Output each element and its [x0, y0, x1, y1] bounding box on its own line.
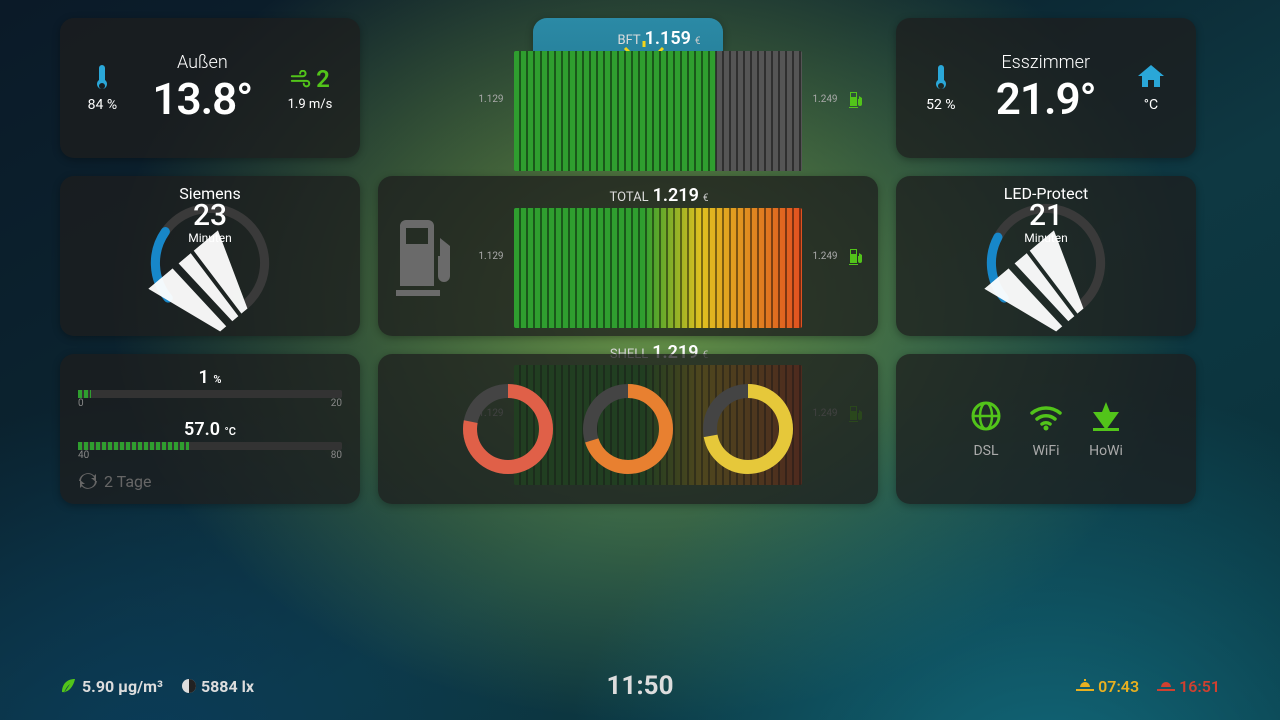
card-fuel-prices[interactable]: 1.129BFT 1.159 €1.2491.129TOTAL 1.219 €1…	[378, 176, 878, 336]
contrast-icon	[181, 678, 197, 694]
air-quality: 5.90 µg/m³	[82, 677, 163, 696]
card-system-stats[interactable]: 1 % 020 57.0 °C 4080 2 Tage	[60, 354, 360, 504]
inside-label: Esszimmer	[1001, 52, 1090, 73]
card-commute-siemens[interactable]: Siemens 23 Minuten	[60, 176, 360, 336]
card-outside-temp[interactable]: 84 % Außen 13.8° 2 1.9 m/s	[60, 18, 360, 158]
home-icon	[1136, 63, 1166, 89]
refresh-icon	[78, 471, 98, 491]
outside-temp: 13.8°	[152, 73, 252, 125]
sunrise-icon	[1076, 679, 1094, 693]
progress-ring	[458, 379, 558, 479]
inside-unit: °C	[1144, 97, 1158, 113]
fuel-row: 1.129TOTAL 1.219 €1.249	[476, 185, 864, 328]
card-commute-led[interactable]: LED-Protect 21 Minuten	[896, 176, 1196, 336]
wind-bft: 2	[316, 65, 330, 93]
sunrise-time: 07:43	[1098, 677, 1139, 696]
network-status-howi[interactable]: HoWi	[1089, 399, 1123, 459]
wind-speed: 1.9 m/s	[288, 97, 333, 112]
lux: 5884 lx	[201, 677, 254, 696]
fuel-pump-icon	[848, 247, 864, 265]
card-inside-temp[interactable]: 52 % Esszimmer 21.9° °C	[896, 18, 1196, 158]
inside-humidity: 52 %	[926, 97, 955, 113]
road-icon	[971, 216, 1121, 360]
thermometer-icon	[932, 63, 950, 93]
fuel-pump-icon	[392, 216, 462, 296]
system-age: 2 Tage	[104, 472, 151, 491]
thermometer-icon	[93, 63, 111, 93]
outside-humidity: 84 %	[88, 97, 117, 113]
sunset-time: 16:51	[1179, 677, 1220, 696]
inside-temp: 21.9°	[996, 73, 1096, 125]
wind-icon	[290, 70, 312, 88]
cpu-load-bar	[78, 390, 91, 398]
road-icon	[135, 216, 285, 360]
leaf-icon	[60, 677, 78, 695]
progress-ring	[698, 379, 798, 479]
card-rings[interactable]	[378, 354, 878, 504]
network-status-wifi[interactable]: WiFi	[1029, 399, 1063, 459]
sunset-icon	[1157, 679, 1175, 693]
outside-label: Außen	[177, 52, 228, 73]
progress-ring	[578, 379, 678, 479]
fuel-row: 1.129BFT 1.159 €1.249	[476, 28, 864, 171]
network-status-dsl[interactable]: DSL	[969, 399, 1003, 459]
footer-bar: 5.90 µg/m³ 5884 lx 11:50 07:43 16:51	[60, 666, 1220, 706]
card-network[interactable]: DSL WiFi HoWi	[896, 354, 1196, 504]
cpu-temp-bar	[78, 442, 189, 450]
wizard-icon	[1089, 399, 1123, 437]
globe-icon	[969, 399, 1003, 437]
fuel-pump-icon	[848, 90, 864, 108]
wifi-icon	[1029, 399, 1063, 437]
